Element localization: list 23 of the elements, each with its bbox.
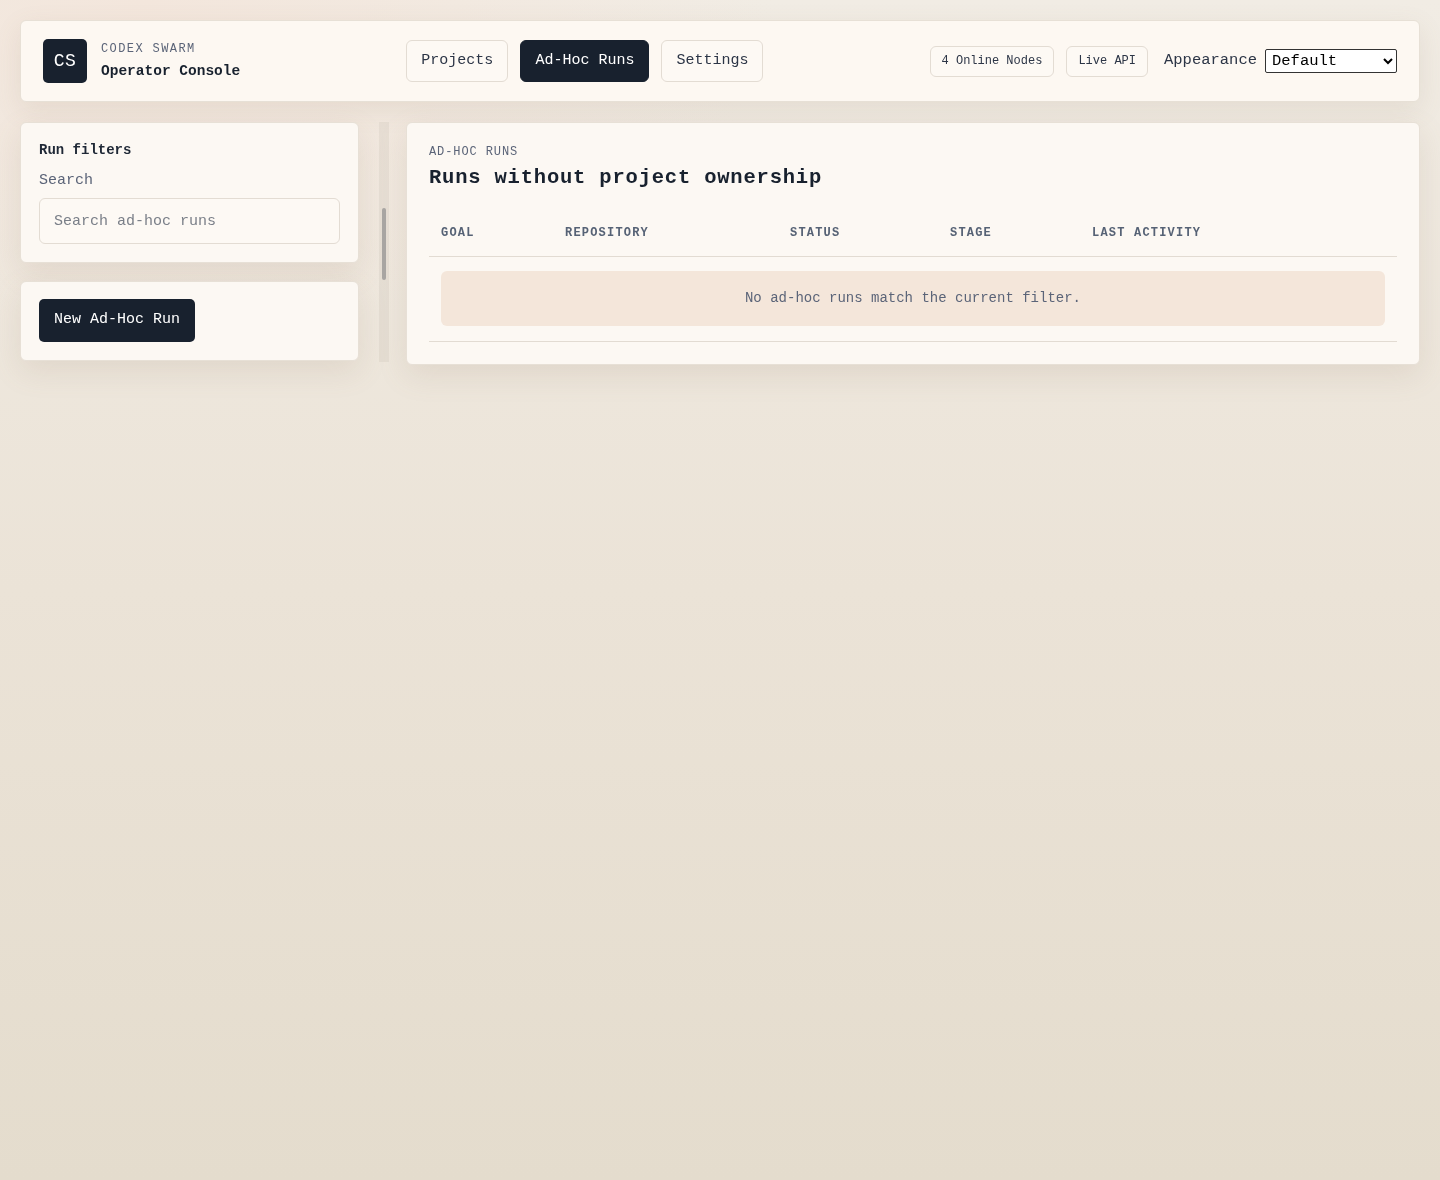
appearance-label: Appearance [1164,50,1257,72]
brand-title: Operator Console [101,62,241,81]
section-eyebrow: AD-HOC RUNS [429,144,520,160]
nav-tab[interactable]: Settings [661,40,764,82]
column-header: GOAL [441,226,475,240]
new-run-button[interactable]: New Ad-Hoc Run [39,299,196,342]
column-header: STATUS [790,226,841,240]
field-label: Search [39,171,94,191]
status-badge: Live API [1066,45,1148,77]
nav-tab[interactable]: Ad-Hoc Runs [520,40,650,82]
scrollbar-thumb[interactable] [381,208,386,280]
section-title: Runs without project ownership [429,165,824,191]
status-badge: 4 Online Nodes [929,45,1055,77]
logo-tile: CS [43,39,87,83]
brand-eyebrow: CODEX SWARM [101,41,197,57]
appearance-select[interactable]: Default [1265,49,1397,73]
card-title: Run filters [39,141,133,160]
empty-state-message: No ad-hoc runs match the current filter. [441,271,1385,326]
nav-tab[interactable]: Projects [406,40,509,82]
column-header: REPOSITORY [565,226,649,240]
column-header: LAST ACTIVITY [1092,226,1202,240]
search-field[interactable]: Search ad-hoc runs [39,198,340,244]
column-header: STAGE [950,226,992,240]
